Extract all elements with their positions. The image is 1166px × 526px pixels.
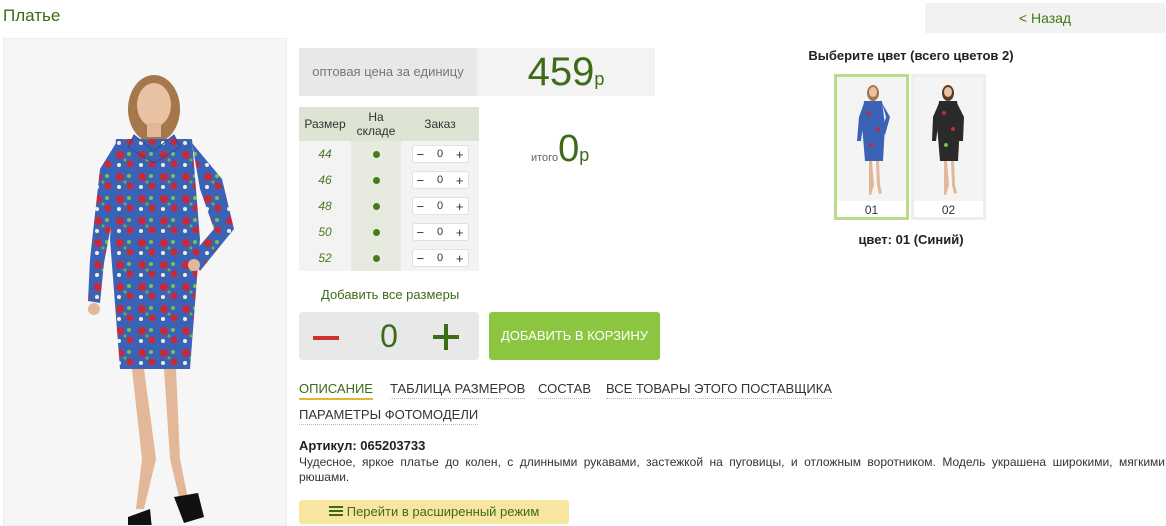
quantity-value[interactable]: 0 [437,226,443,238]
size-value: 50 [299,219,351,245]
price-currency: р [594,69,605,89]
order-cell: − 0 + [401,193,479,219]
order-total: итого0р [531,128,589,171]
table-row: 44 − 0 + [299,141,479,167]
sizes-table-header: Размер На складе Заказ [299,107,479,141]
plus-button[interactable] [431,312,461,360]
tab-supplier-products[interactable]: ВСЕ ТОВАРЫ ЭТОГО ПОСТАВЩИКА [606,381,832,399]
minus-button[interactable]: − [417,226,425,239]
in-stock-dot [351,141,401,167]
total-label: итого [531,152,559,164]
product-photo[interactable] [3,38,287,526]
price-value: 459р [477,48,655,96]
quantity-stepper: − 0 + [411,145,469,163]
total-currency: р [579,145,590,165]
page-title: Платье [3,6,61,25]
header-stock: На складе [351,107,401,141]
selected-color-label: цвет: 01 (Синий) [858,232,964,247]
size-value: 44 [299,141,351,167]
quantity-stepper: − 0 + [411,223,469,241]
total-quantity-stepper: 0 [299,312,479,360]
in-stock-dot [351,219,401,245]
quantity-stepper: − 0 + [411,197,469,215]
header-size: Размер [299,107,351,141]
plus-button[interactable]: + [456,174,464,187]
quantity-value[interactable]: 0 [437,200,443,212]
in-stock-dot [351,245,401,271]
header-order: Заказ [401,107,479,141]
minus-button[interactable]: − [417,252,425,265]
plus-button[interactable]: + [456,200,464,213]
color-swatch-02[interactable]: 02 [911,74,986,220]
tab-model-params[interactable]: ПАРАМЕТРЫ ФОТОМОДЕЛИ [299,407,479,425]
in-stock-dot [351,167,401,193]
size-value: 46 [299,167,351,193]
plus-button[interactable]: + [456,148,464,161]
quantity-value[interactable]: 0 [437,148,443,160]
quantity-value[interactable]: 0 [369,312,409,360]
size-value: 48 [299,193,351,219]
tab-size-chart[interactable]: ТАБЛИЦА РАЗМЕРОВ [390,381,526,399]
swatch-photo [837,77,906,201]
minus-button[interactable]: − [417,200,425,213]
article-number: Артикул: 065203733 [299,438,426,453]
quantity-stepper: − 0 + [411,171,469,189]
minus-button[interactable]: − [417,174,425,187]
table-row: 48 − 0 + [299,193,479,219]
size-value: 52 [299,245,351,271]
tab-composition[interactable]: СОСТАВ [538,381,592,399]
swatch-photo [914,77,983,201]
quantity-value[interactable]: 0 [437,174,443,186]
extended-mode-label: Перейти в расширенный режим [346,504,540,519]
table-row: 52 − 0 + [299,245,479,271]
price-number: 459 [527,50,595,94]
order-cell: − 0 + [401,141,479,167]
dress-model-image [88,75,234,525]
plus-button[interactable]: + [456,252,464,265]
sizes-table: Размер На складе Заказ 44 − 0 + 46 − 0 +… [299,107,479,271]
color-swatch-01[interactable]: 01 [834,74,909,220]
extended-mode-button[interactable]: Перейти в расширенный режим [299,500,569,524]
tab-description[interactable]: ОПИСАНИЕ [299,381,373,400]
total-value: 0 [558,128,580,170]
list-icon [328,501,343,525]
quantity-stepper: − 0 + [411,249,469,267]
minus-button[interactable] [313,336,339,340]
add-to-cart-button[interactable]: ДОБАВИТЬ В КОРЗИНУ [489,312,660,360]
order-cell: − 0 + [401,219,479,245]
order-cell: − 0 + [401,167,479,193]
price-box: оптовая цена за единицу 459р [299,48,655,96]
table-row: 50 − 0 + [299,219,479,245]
in-stock-dot [351,193,401,219]
plus-button[interactable]: + [456,226,464,239]
quantity-value[interactable]: 0 [437,252,443,264]
price-label: оптовая цена за единицу [299,48,477,96]
swatch-label: 02 [941,203,956,217]
minus-button[interactable]: − [417,148,425,161]
order-cell: − 0 + [401,245,479,271]
table-row: 46 − 0 + [299,167,479,193]
product-description: Чудесное, яркое платье до колен, с длинн… [299,455,1165,484]
add-all-sizes-link[interactable]: Добавить все размеры [321,287,459,302]
swatch-label: 01 [864,203,879,217]
color-picker-title: Выберите цвет (всего цветов 2) [808,48,1014,63]
back-button[interactable]: < Назад [925,3,1165,33]
